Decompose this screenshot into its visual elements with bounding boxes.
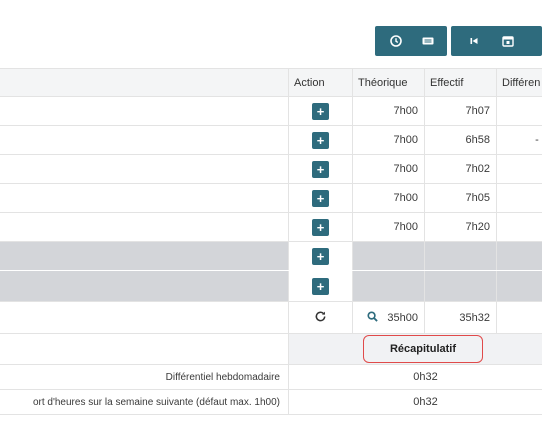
table-row-inactive: + xyxy=(0,271,542,302)
toolbar-group-left xyxy=(375,26,447,56)
add-entry-button[interactable]: + xyxy=(312,247,329,265)
effectif-value: 7h07 xyxy=(424,97,496,125)
clock-icon[interactable] xyxy=(389,34,403,48)
recap-row: Récapitulatif xyxy=(0,334,542,365)
theorique-value: 7h00 xyxy=(352,97,424,125)
difference-value: 0 xyxy=(496,97,542,125)
add-entry-button[interactable]: + xyxy=(312,160,329,178)
weekly-differential-value: 0h32 xyxy=(288,365,542,389)
skip-back-icon[interactable] xyxy=(467,34,481,48)
table-row: + 7h00 6h58 - 0 xyxy=(0,126,542,155)
refresh-icon[interactable] xyxy=(314,310,327,326)
theorique-value: 7h00 xyxy=(352,184,424,212)
difference-value: 0 xyxy=(496,184,542,212)
table-row: + 7h00 7h20 0 xyxy=(0,213,542,242)
effectif-value: 7h02 xyxy=(424,155,496,183)
header-difference: Différen xyxy=(496,69,542,96)
difference-value: 0 xyxy=(496,213,542,241)
header-action: Action xyxy=(288,69,352,96)
theorique-value: 7h00 xyxy=(352,155,424,183)
table-row: + 7h00 7h07 0 xyxy=(0,97,542,126)
table-row: + 7h00 7h02 0 xyxy=(0,155,542,184)
effectif-value: 6h58 xyxy=(424,126,496,154)
table-row: + 7h00 7h05 0 xyxy=(0,184,542,213)
table-header: Action Théorique Effectif Différen xyxy=(0,68,542,97)
summary-row: 35h00 35h32 0 xyxy=(0,302,542,334)
difference-value: 0 xyxy=(496,155,542,183)
add-entry-button[interactable]: + xyxy=(312,102,329,120)
effectif-value: 7h20 xyxy=(424,213,496,241)
carryover-label: ort d'heures sur la semaine suivante (dé… xyxy=(32,396,280,408)
header-theorique: Théorique xyxy=(352,69,424,96)
total-difference: 0 xyxy=(496,302,542,333)
carryover-value: 0h32 xyxy=(288,390,542,414)
theorique-value: 7h00 xyxy=(352,213,424,241)
effectif-value: 7h05 xyxy=(424,184,496,212)
calendar-icon[interactable] xyxy=(501,34,515,48)
search-icon[interactable] xyxy=(367,310,378,325)
add-entry-button[interactable]: + xyxy=(312,189,329,207)
difference-value: - 0 xyxy=(496,126,542,154)
theorique-value: 7h00 xyxy=(352,126,424,154)
add-entry-button[interactable]: + xyxy=(312,131,329,149)
footer-row: ort d'heures sur la semaine suivante (dé… xyxy=(0,390,542,415)
toolbar-group-right xyxy=(451,26,542,56)
footer-row: Différentiel hebdomadaire 0h32 xyxy=(0,365,542,390)
weekly-differential-label: Différentiel hebdomadaire xyxy=(165,371,280,383)
total-theorique: 35h00 xyxy=(387,311,418,324)
table-row-inactive: + xyxy=(0,242,542,271)
total-effectif: 35h32 xyxy=(424,302,496,333)
add-entry-button[interactable]: + xyxy=(312,218,329,236)
keyboard-icon[interactable] xyxy=(421,34,435,48)
recapitulatif-button[interactable]: Récapitulatif xyxy=(363,335,483,363)
header-effectif: Effectif xyxy=(424,69,496,96)
add-entry-button[interactable]: + xyxy=(312,277,329,295)
